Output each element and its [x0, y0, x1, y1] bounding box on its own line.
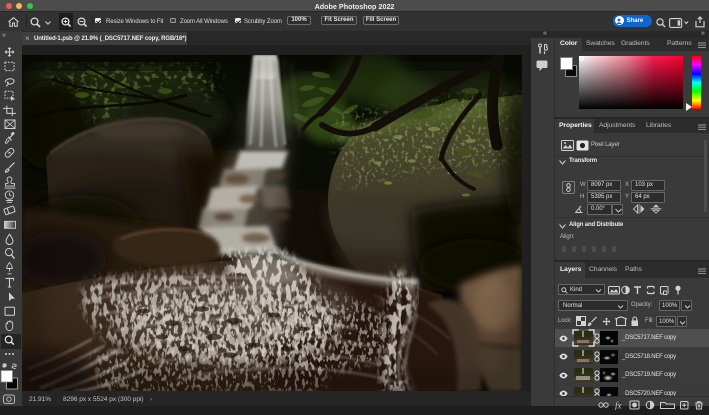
svg-text:»: »	[2, 32, 6, 39]
svg-text:fx: fx	[615, 401, 622, 411]
